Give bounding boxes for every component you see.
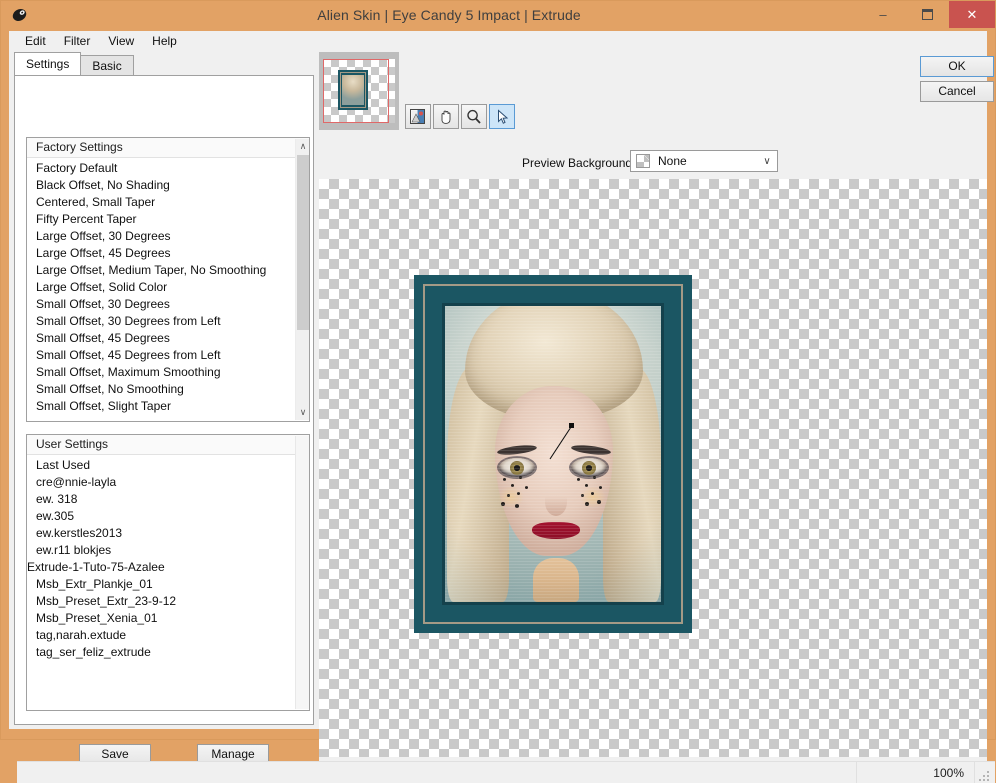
title-bar[interactable]: Alien Skin | Eye Candy 5 Impact | Extrud…	[1, 1, 995, 28]
tab-strip: Settings Basic	[14, 52, 134, 75]
cancel-button[interactable]: Cancel	[920, 81, 994, 102]
list-item[interactable]: Msb_Preset_Xenia_01	[27, 610, 294, 627]
status-bar: 100%	[17, 761, 995, 783]
list-item[interactable]: ew.kerstles2013	[27, 525, 294, 542]
list-item[interactable]: Small Offset, 45 Degrees	[27, 330, 294, 347]
scroll-down-icon[interactable]: ∨	[296, 405, 309, 420]
user-settings-header-label: User Settings	[36, 437, 109, 451]
list-item[interactable]: Large Offset, 30 Degrees	[27, 228, 294, 245]
hand-pan-icon[interactable]	[433, 104, 459, 129]
list-item[interactable]: Msb_Preset_Extr_23-9-12	[27, 593, 294, 610]
preview-toolbar: Preview Background: None ∨ OK Cancel	[319, 51, 994, 179]
transparent-checker-swatch	[636, 154, 650, 168]
factory-settings-header-label: Factory Settings	[36, 140, 123, 154]
list-item[interactable]: Fifty Percent Taper	[27, 211, 294, 228]
list-item[interactable]: Small Offset, Maximum Smoothing	[27, 364, 294, 381]
preview-background-label: Preview Background:	[522, 156, 636, 170]
tab-basic[interactable]: Basic	[80, 55, 134, 75]
window-controls: – ✕	[861, 1, 995, 28]
list-item[interactable]: Large Offset, Solid Color	[27, 279, 294, 296]
tool-group	[405, 104, 517, 129]
list-item[interactable]: Small Offset, 30 Degrees from Left	[27, 313, 294, 330]
menu-item-edit[interactable]: Edit	[16, 32, 55, 50]
list-item[interactable]: Small Offset, 30 Degrees	[27, 296, 294, 313]
user-settings-header: User Settings	[27, 435, 309, 455]
user-settings-scrollbar[interactable]	[295, 436, 309, 709]
list-item[interactable]: ew.r11 blokjes	[27, 542, 294, 559]
ok-button[interactable]: OK	[920, 56, 994, 77]
menu-bar: Edit Filter View Help	[9, 31, 987, 51]
settings-panel: Factory Settings Factory Default Black O…	[14, 75, 314, 765]
status-message	[17, 762, 857, 783]
list-item[interactable]: Last Used	[27, 457, 294, 474]
list-item-selected[interactable]: Extrude-1-Tuto-75-Azalee	[27, 560, 165, 574]
zoom-level: 100%	[857, 762, 975, 783]
zoom-magnifier-icon[interactable]	[461, 104, 487, 129]
factory-settings-items: Factory Default Black Offset, No Shading…	[27, 159, 294, 421]
client-area: Settings Basic Factory Settings Factory …	[9, 51, 995, 783]
user-settings-items: Last Used cre@nnie-layla ew. 318 ew.305 …	[27, 456, 294, 710]
list-item[interactable]: Factory Default	[27, 160, 294, 177]
menu-item-view[interactable]: View	[99, 32, 143, 50]
alien-skin-icon	[7, 2, 33, 28]
factory-settings-list[interactable]: Factory Settings Factory Default Black O…	[26, 137, 310, 422]
factory-settings-header: Factory Settings	[27, 138, 309, 158]
menu-item-help[interactable]: Help	[143, 32, 186, 50]
pointer-arrow-icon[interactable]	[489, 104, 515, 129]
preview-canvas[interactable]	[319, 179, 987, 757]
list-item[interactable]: Centered, Small Taper	[27, 194, 294, 211]
list-item[interactable]: Large Offset, 45 Degrees	[27, 245, 294, 262]
portrait-photo	[445, 306, 661, 602]
list-item[interactable]: Small Offset, No Smoothing	[27, 381, 294, 398]
before-after-preview-icon[interactable]	[405, 104, 431, 129]
menu-item-filter[interactable]: Filter	[55, 32, 100, 50]
thumbnail-region-of-interest[interactable]	[323, 59, 389, 123]
list-item[interactable]: tag_ser_feliz_extrude	[27, 644, 294, 661]
preview-background-value: None	[658, 154, 687, 168]
window-title: Alien Skin | Eye Candy 5 Impact | Extrud…	[317, 6, 581, 23]
list-item[interactable]: Large Offset, Medium Taper, No Smoothing	[27, 262, 294, 279]
factory-settings-scrollbar[interactable]: ∧ ∨	[295, 139, 309, 420]
list-item[interactable]: Small Offset, 45 Degrees from Left	[27, 347, 294, 364]
list-item[interactable]: ew. 318	[27, 491, 294, 508]
list-item[interactable]: Msb_Extr_Plankje_01	[27, 576, 294, 593]
navigator-thumbnail[interactable]	[319, 52, 399, 130]
minimize-button[interactable]: –	[861, 1, 905, 28]
scrollbar-thumb[interactable]	[297, 155, 309, 330]
list-item[interactable]: ew.305	[27, 508, 294, 525]
tab-settings[interactable]: Settings	[14, 52, 82, 75]
framed-portrait[interactable]	[414, 275, 692, 633]
list-item[interactable]: cre@nnie-layla	[27, 474, 294, 491]
list-item[interactable]: Small Offset, Slight Taper	[27, 398, 294, 415]
maximize-button[interactable]	[905, 1, 949, 28]
close-button[interactable]: ✕	[949, 1, 995, 28]
preview-background-select[interactable]: None ∨	[630, 150, 778, 172]
list-item[interactable]: tag,narah.extude	[27, 627, 294, 644]
application-window: Alien Skin | Eye Candy 5 Impact | Extrud…	[0, 0, 996, 783]
resize-grip[interactable]	[975, 762, 995, 783]
list-item[interactable]: Black Offset, No Shading	[27, 177, 294, 194]
scroll-up-icon[interactable]: ∧	[296, 139, 309, 154]
chevron-down-icon[interactable]: ∨	[757, 156, 777, 167]
user-settings-list[interactable]: User Settings Last Used cre@nnie-layla e…	[26, 434, 310, 711]
